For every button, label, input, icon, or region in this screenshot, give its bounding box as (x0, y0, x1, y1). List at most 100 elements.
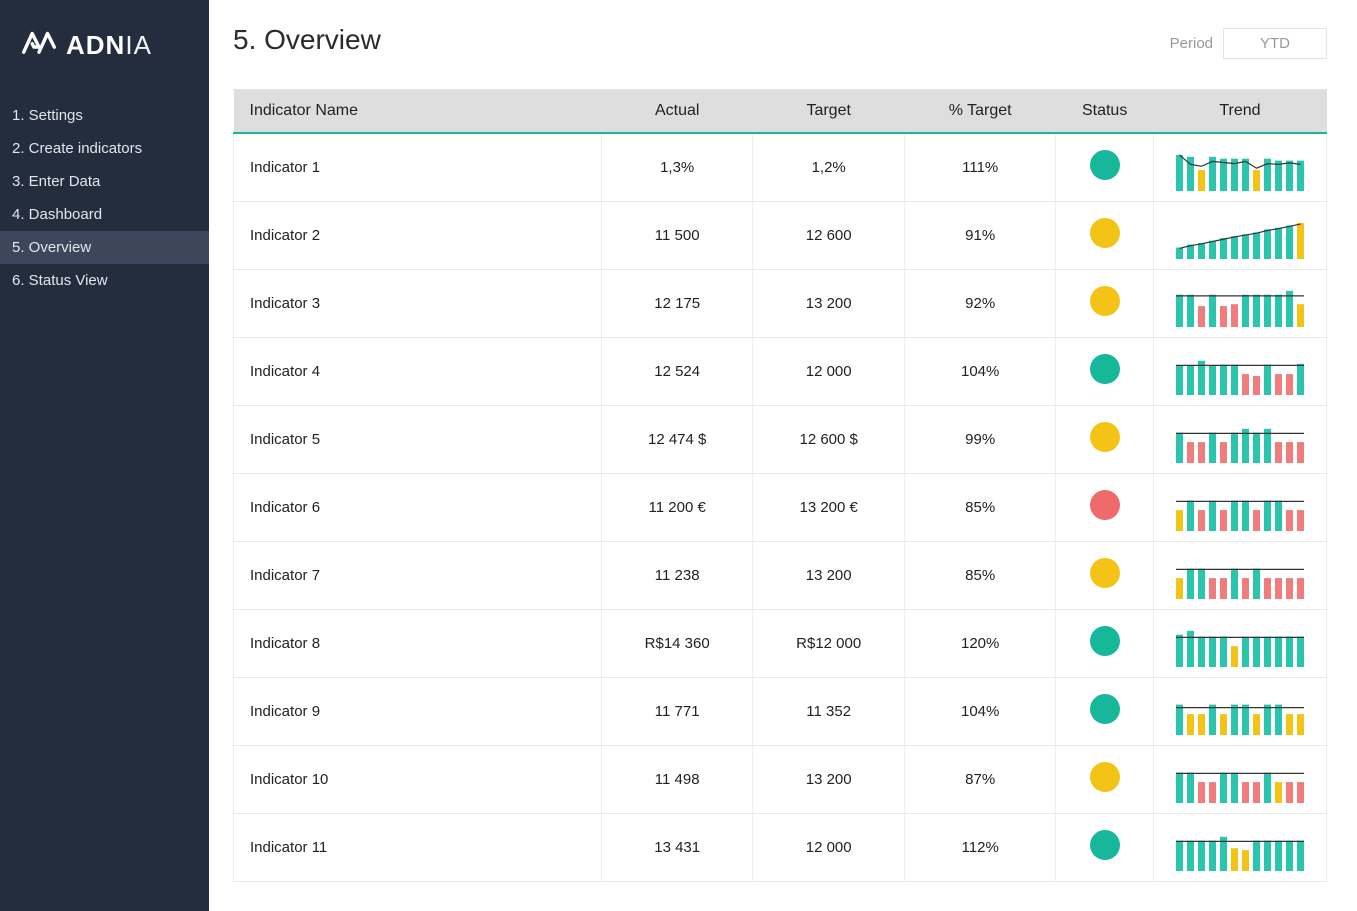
cell-target: 13 200 (753, 541, 905, 609)
logo-icon (22, 28, 56, 63)
cell-pct: 104% (904, 337, 1056, 405)
status-dot-icon (1090, 762, 1120, 792)
cell-status (1056, 337, 1153, 405)
cell-trend (1153, 473, 1326, 541)
status-dot-icon (1090, 286, 1120, 316)
cell-status (1056, 609, 1153, 677)
nav-item-4[interactable]: 5. Overview (0, 231, 209, 264)
cell-target: 11 352 (753, 677, 905, 745)
col-header-pct: % Target (904, 90, 1056, 133)
cell-pct: 112% (904, 813, 1056, 881)
cell-name: Indicator 10 (234, 745, 602, 813)
status-dot-icon (1090, 218, 1120, 248)
table-row: Indicator 8R$14 360R$12 000120% (234, 609, 1327, 677)
cell-trend (1153, 201, 1326, 269)
status-dot-icon (1090, 354, 1120, 384)
table-row: Indicator 412 52412 000104% (234, 337, 1327, 405)
table-row: Indicator 512 474 $12 600 $99% (234, 405, 1327, 473)
cell-trend (1153, 609, 1326, 677)
status-dot-icon (1090, 490, 1120, 520)
cell-actual: 11 500 (601, 201, 753, 269)
cell-trend (1153, 677, 1326, 745)
cell-target: 13 200 (753, 745, 905, 813)
cell-name: Indicator 2 (234, 201, 602, 269)
status-dot-icon (1090, 422, 1120, 452)
nav-item-0[interactable]: 1. Settings (0, 99, 209, 132)
cell-pct: 99% (904, 405, 1056, 473)
cell-pct: 92% (904, 269, 1056, 337)
header-row: 5. Overview Period YTD (233, 24, 1327, 59)
table-row: Indicator 611 200 €13 200 €85% (234, 473, 1327, 541)
cell-trend (1153, 813, 1326, 881)
status-dot-icon (1090, 830, 1120, 860)
cell-actual: 1,3% (601, 133, 753, 201)
cell-target: 13 200 € (753, 473, 905, 541)
cell-status (1056, 133, 1153, 201)
nav-item-1[interactable]: 2. Create indicators (0, 132, 209, 165)
status-dot-icon (1090, 150, 1120, 180)
brand-name: ADNIA (66, 30, 152, 61)
cell-trend (1153, 269, 1326, 337)
period-select[interactable]: YTD (1223, 28, 1327, 59)
cell-target: 12 000 (753, 337, 905, 405)
cell-trend (1153, 405, 1326, 473)
cell-actual: 11 200 € (601, 473, 753, 541)
cell-status (1056, 269, 1153, 337)
cell-name: Indicator 11 (234, 813, 602, 881)
nav-item-3[interactable]: 4. Dashboard (0, 198, 209, 231)
status-dot-icon (1090, 558, 1120, 588)
col-header-target: Target (753, 90, 905, 133)
cell-status (1056, 201, 1153, 269)
main-content: 5. Overview Period YTD Indicator Name Ac… (209, 0, 1357, 911)
cell-actual: 12 474 $ (601, 405, 753, 473)
cell-target: 1,2% (753, 133, 905, 201)
table-row: Indicator 11,3%1,2%111% (234, 133, 1327, 201)
table-row: Indicator 1113 43112 000112% (234, 813, 1327, 881)
cell-actual: 11 238 (601, 541, 753, 609)
col-header-status: Status (1056, 90, 1153, 133)
table-row: Indicator 911 77111 352104% (234, 677, 1327, 745)
table-header-row: Indicator Name Actual Target % Target St… (234, 90, 1327, 133)
cell-pct: 120% (904, 609, 1056, 677)
cell-name: Indicator 6 (234, 473, 602, 541)
cell-name: Indicator 9 (234, 677, 602, 745)
cell-target: 12 600 (753, 201, 905, 269)
cell-actual: 13 431 (601, 813, 753, 881)
cell-target: R$12 000 (753, 609, 905, 677)
cell-status (1056, 541, 1153, 609)
table-row: Indicator 711 23813 20085% (234, 541, 1327, 609)
cell-trend (1153, 541, 1326, 609)
kpi-table: Indicator Name Actual Target % Target St… (233, 90, 1327, 882)
nav-item-2[interactable]: 3. Enter Data (0, 165, 209, 198)
cell-status (1056, 677, 1153, 745)
cell-actual: 12 524 (601, 337, 753, 405)
col-header-actual: Actual (601, 90, 753, 133)
cell-target: 12 600 $ (753, 405, 905, 473)
table-row: Indicator 211 50012 60091% (234, 201, 1327, 269)
table-row: Indicator 312 17513 20092% (234, 269, 1327, 337)
period-group: Period YTD (1170, 28, 1327, 59)
table-wrap: Indicator Name Actual Target % Target St… (233, 89, 1327, 882)
nav-item-5[interactable]: 6. Status View (0, 264, 209, 297)
cell-pct: 85% (904, 473, 1056, 541)
period-label: Period (1170, 35, 1213, 52)
col-header-name: Indicator Name (234, 90, 602, 133)
cell-trend (1153, 745, 1326, 813)
cell-name: Indicator 7 (234, 541, 602, 609)
cell-target: 13 200 (753, 269, 905, 337)
cell-trend (1153, 133, 1326, 201)
cell-pct: 104% (904, 677, 1056, 745)
cell-actual: 11 498 (601, 745, 753, 813)
cell-actual: 11 771 (601, 677, 753, 745)
col-header-trend: Trend (1153, 90, 1326, 133)
cell-pct: 85% (904, 541, 1056, 609)
status-dot-icon (1090, 626, 1120, 656)
brand-logo: ADNIA (0, 0, 209, 99)
cell-actual: R$14 360 (601, 609, 753, 677)
cell-name: Indicator 8 (234, 609, 602, 677)
cell-status (1056, 745, 1153, 813)
cell-trend (1153, 337, 1326, 405)
cell-pct: 91% (904, 201, 1056, 269)
cell-pct: 87% (904, 745, 1056, 813)
cell-status (1056, 813, 1153, 881)
